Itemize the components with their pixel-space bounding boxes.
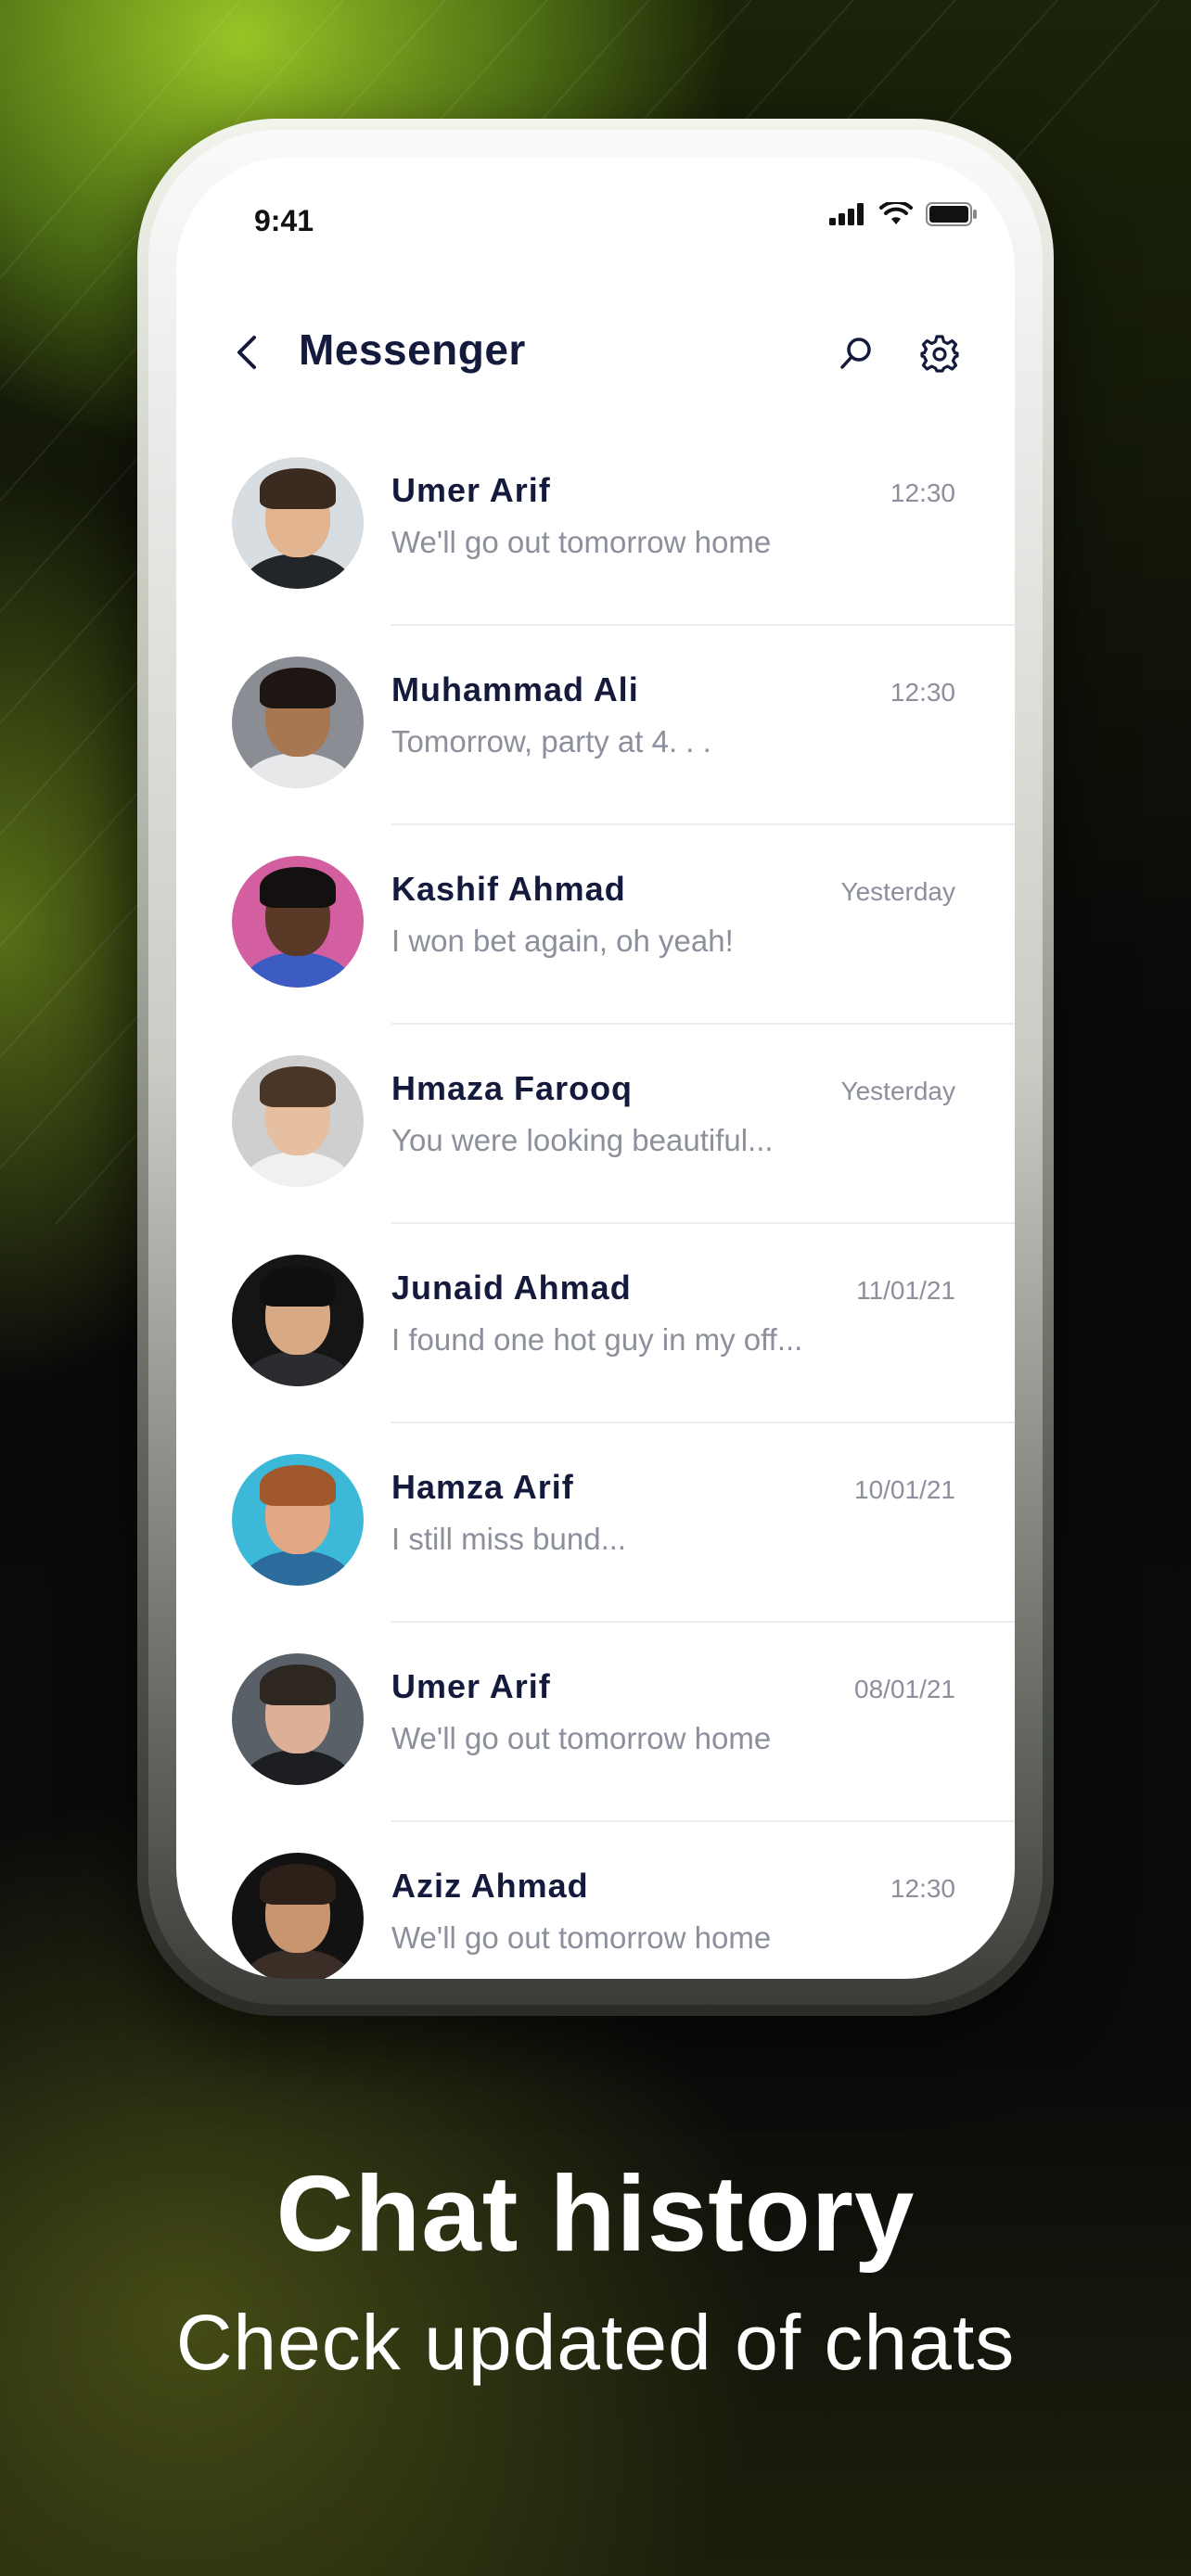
avatar	[232, 1853, 364, 1979]
chat-row[interactable]: Aziz Ahmad We'll go out tomorrow home 12:3…	[176, 1822, 1015, 1979]
avatar-body	[243, 1949, 352, 1979]
battery-icon	[926, 202, 978, 226]
avatar	[232, 1055, 364, 1187]
phone-screen: 9:41 Messenger Umer Arif We'll go out to…	[176, 158, 1015, 1979]
avatar	[232, 1255, 364, 1386]
message-preview: I won bet again, oh yeah!	[391, 924, 734, 958]
caption-subtitle: Check updated of chats	[175, 2299, 1016, 2386]
message-preview: I still miss bund...	[391, 1522, 627, 1556]
contact-name: Junaid Ahmad	[391, 1269, 632, 1307]
wifi-icon	[879, 202, 913, 226]
avatar-hair	[260, 468, 336, 509]
contact-name: Kashif Ahmad	[391, 870, 626, 908]
contact-name: Hmaza Farooq	[391, 1069, 634, 1107]
chat-row[interactable]: Kashif Ahmad I won bet again, oh yeah! Yes…	[176, 825, 1015, 1025]
contact-name: Hamza Arif	[391, 1468, 574, 1506]
message-time: 12:30	[890, 478, 955, 507]
search-button[interactable]	[833, 330, 879, 376]
avatar-body	[243, 554, 352, 589]
chat-row[interactable]: Hmaza Farooq You were looking beautiful..…	[176, 1025, 1015, 1224]
message-preview: Tomorrow, party at 4. . .	[391, 724, 711, 759]
status-icons	[829, 202, 978, 226]
avatar-hair	[260, 1664, 336, 1705]
contact-name: Umer Arif	[391, 471, 551, 509]
avatar	[232, 457, 364, 589]
signal-icon	[829, 203, 866, 225]
message-time: 12:30	[890, 678, 955, 707]
contact-name: Muhammad Ali	[391, 670, 639, 708]
avatar-body	[243, 1351, 352, 1386]
avatar	[232, 1653, 364, 1785]
avatar-hair	[260, 1266, 336, 1307]
message-time: 10/01/21	[854, 1475, 955, 1504]
contact-name: Umer Arif	[391, 1667, 551, 1705]
avatar-hair	[260, 1066, 336, 1107]
search-icon	[840, 338, 871, 369]
avatar-hair	[260, 867, 336, 908]
avatar-hair	[260, 668, 336, 708]
avatar	[232, 657, 364, 788]
message-preview: We'll go out tomorrow home	[391, 525, 772, 559]
caption-title: Chat history	[275, 2153, 916, 2274]
chat-row[interactable]: Umer Arif We'll go out tomorrow home 08/01…	[176, 1623, 1015, 1822]
message-preview: I found one hot guy in my off...	[391, 1322, 803, 1357]
avatar-body	[243, 1750, 352, 1785]
avatar	[232, 856, 364, 988]
message-preview: We'll go out tomorrow home	[391, 1920, 772, 1955]
avatar-hair	[260, 1465, 336, 1506]
chevron-left-icon	[237, 336, 256, 369]
chat-list: Umer Arif We'll go out tomorrow home 12:30…	[176, 427, 1015, 1979]
gear-icon	[920, 335, 959, 373]
message-time: 12:30	[890, 1874, 955, 1903]
contact-name: Aziz Ahmad	[391, 1867, 589, 1905]
avatar-body	[243, 1550, 352, 1586]
message-time: 11/01/21	[856, 1276, 955, 1305]
message-preview: You were looking beautiful...	[391, 1123, 774, 1157]
settings-button[interactable]	[916, 330, 963, 376]
message-time: Yesterday	[840, 877, 956, 906]
chat-row[interactable]: Muhammad Ali Tomorrow, party at 4. . . 12:…	[176, 626, 1015, 825]
avatar-body	[243, 952, 352, 988]
avatar-body	[243, 753, 352, 788]
message-time: 08/01/21	[854, 1675, 955, 1703]
chat-row[interactable]: Junaid Ahmad I found one hot guy in my of…	[176, 1224, 1015, 1423]
status-time: 9:41	[254, 204, 314, 237]
chat-row[interactable]: Umer Arif We'll go out tomorrow home 12:30	[176, 427, 1015, 626]
message-preview: We'll go out tomorrow home	[391, 1721, 772, 1755]
avatar-body	[243, 1152, 352, 1187]
avatar-hair	[260, 1864, 336, 1905]
message-time: Yesterday	[840, 1077, 956, 1105]
avatar	[232, 1454, 364, 1586]
back-button[interactable]	[228, 334, 265, 371]
page-title: Messenger	[299, 325, 526, 374]
chat-row[interactable]: Hamza Arif I still miss bund... 10/01/21	[176, 1423, 1015, 1623]
